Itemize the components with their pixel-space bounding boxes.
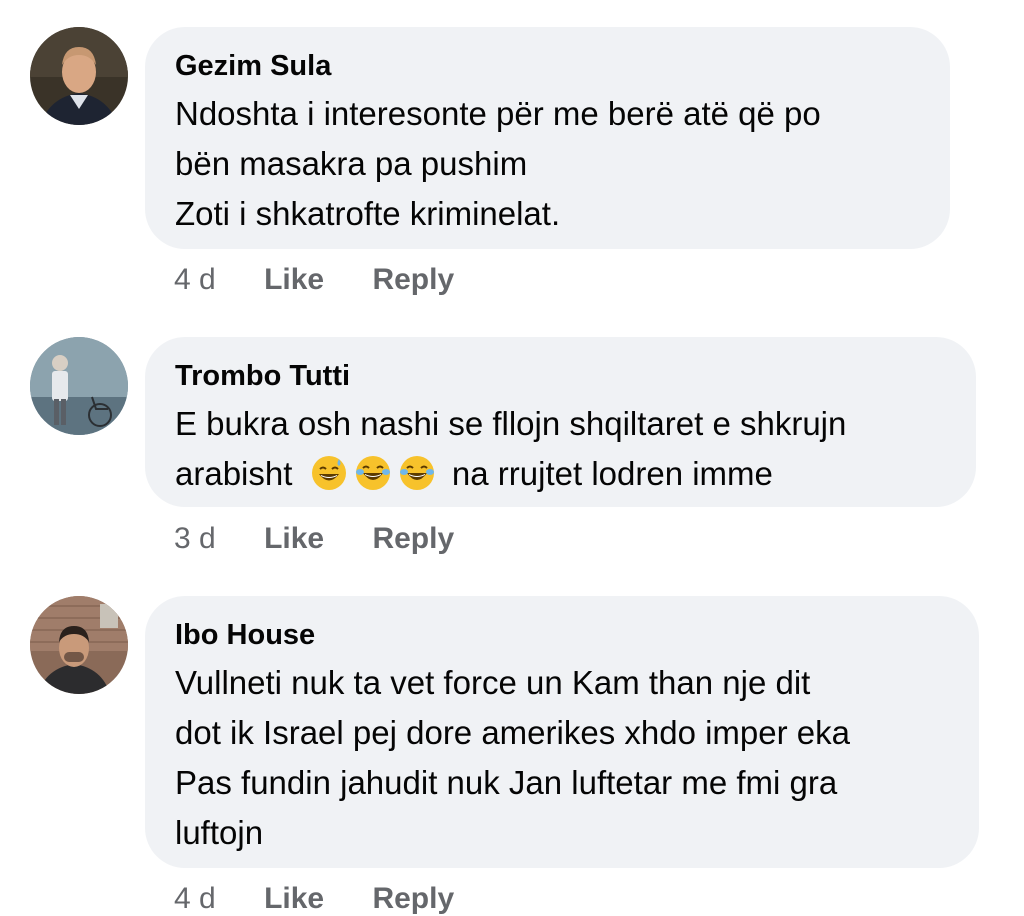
comment-actions: 3 d Like Reply — [174, 522, 454, 556]
comment-text-line: Vullneti nuk ta vet force un Kam than nj… — [175, 664, 811, 701]
comment-text-fragment: arabisht — [175, 455, 293, 492]
comment-text: Ndoshta i interesonte për me berë atë që… — [175, 89, 920, 239]
comment-actions: 4 d Like Reply — [174, 263, 454, 297]
avatar[interactable] — [30, 27, 128, 125]
comment-text-line: dot ik Israel pej dore amerikes xhdo imp… — [175, 714, 850, 751]
sweat-smile-emoji-icon — [311, 455, 347, 491]
comment-bubble: Ibo House Vullneti nuk ta vet force un K… — [145, 596, 979, 868]
comment-bubble: Trombo Tutti E bukra osh nashi se fllojn… — [145, 337, 976, 507]
avatar[interactable] — [30, 596, 128, 694]
reply-button[interactable]: Reply — [372, 882, 454, 916]
comment-text: E bukra osh nashi se fllojn shqiltaret e… — [175, 399, 946, 499]
comment-text-line: Ndoshta i interesonte për me berë atë që… — [175, 95, 821, 132]
comment-text-fragment: na rrujtet lodren imme — [451, 455, 773, 492]
like-button[interactable]: Like — [264, 522, 324, 556]
comment-author[interactable]: Gezim Sula — [175, 49, 920, 83]
avatar[interactable] — [30, 337, 128, 435]
comment-timestamp[interactable]: 4 d — [174, 263, 216, 297]
comment-timestamp[interactable]: 3 d — [174, 522, 216, 556]
comment-text-line: Pas fundin jahudit nuk Jan luftetar me f… — [175, 764, 838, 801]
joy-emoji-icon — [355, 455, 391, 491]
comment-text-line: luftojn — [175, 814, 264, 851]
joy-emoji-icon — [399, 455, 435, 491]
comment-text-line: Zoti i shkatrofte kriminelat. — [175, 195, 561, 232]
like-button[interactable]: Like — [264, 882, 324, 916]
reply-button[interactable]: Reply — [372, 263, 454, 297]
comment-actions: 4 d Like Reply — [174, 882, 454, 916]
reply-button[interactable]: Reply — [372, 522, 454, 556]
comment-timestamp[interactable]: 4 d — [174, 882, 216, 916]
comment-text: Vullneti nuk ta vet force un Kam than nj… — [175, 658, 949, 858]
comment-author[interactable]: Ibo House — [175, 618, 949, 652]
comment-author[interactable]: Trombo Tutti — [175, 359, 946, 393]
comment-text-line: arabisht na rrujtet lodren imme — [175, 449, 946, 499]
comment-text-line: bën masakra pa pushim — [175, 145, 528, 182]
comment-text-line: E bukra osh nashi se fllojn shqiltaret e… — [175, 405, 847, 442]
like-button[interactable]: Like — [264, 263, 324, 297]
comment-bubble: Gezim Sula Ndoshta i interesonte për me … — [145, 27, 950, 249]
